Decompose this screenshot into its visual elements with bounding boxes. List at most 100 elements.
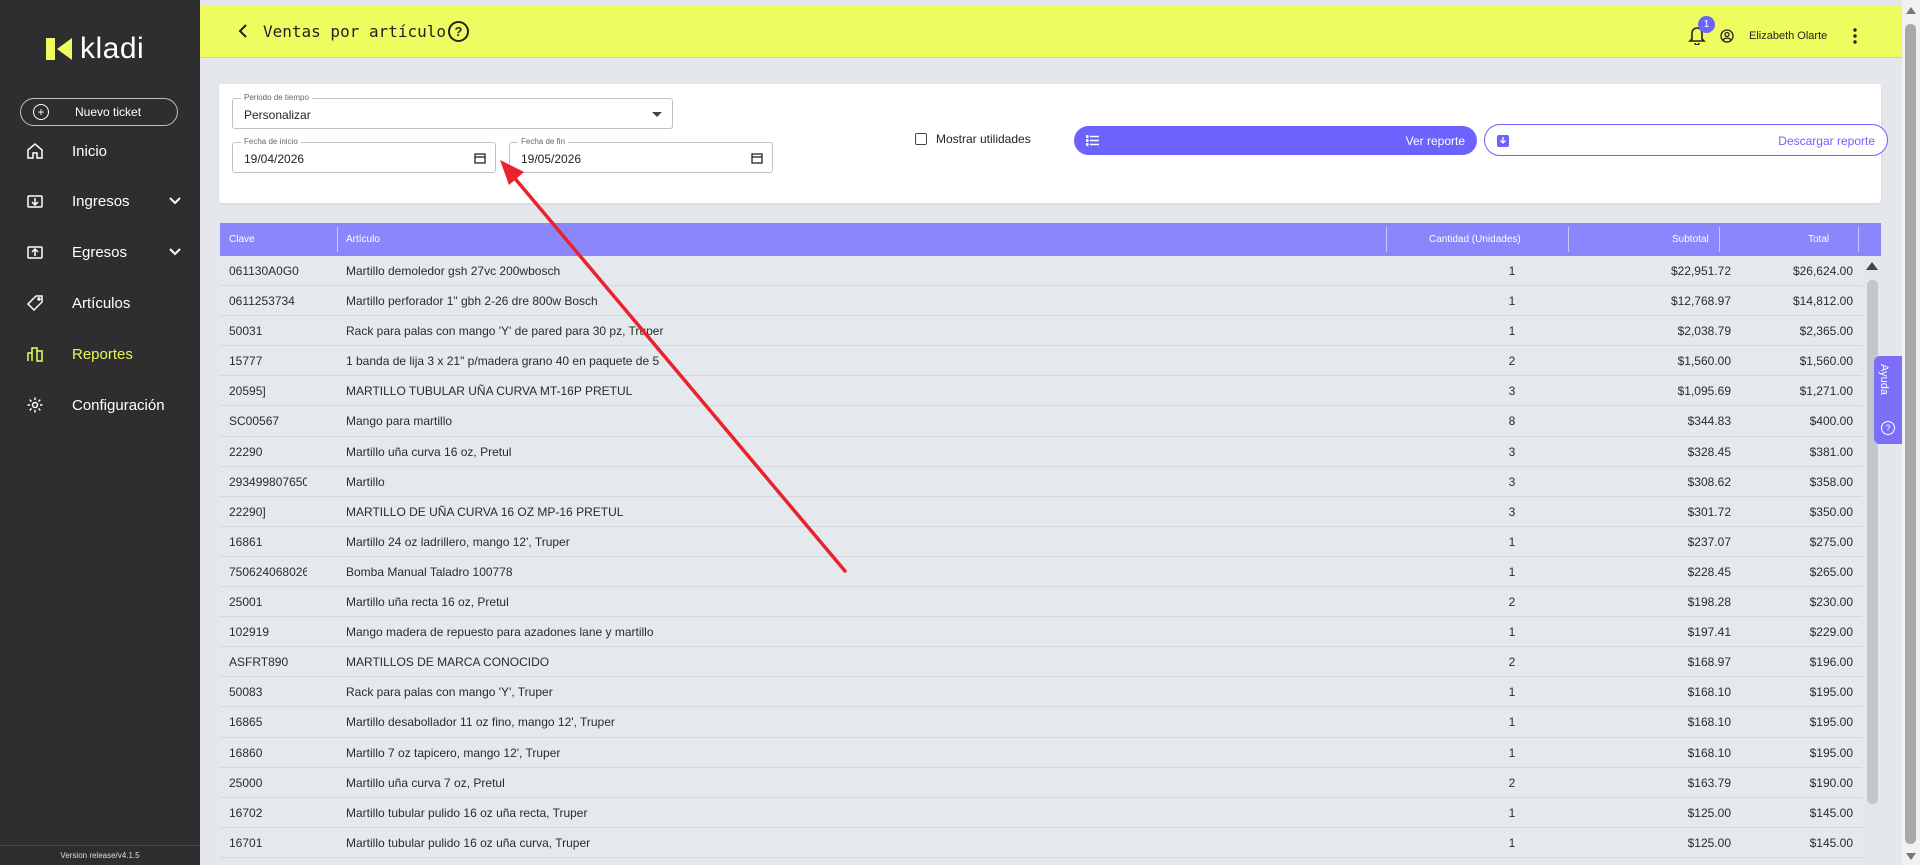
column-header-subtotal[interactable]: Subtotal <box>1672 223 1709 256</box>
view-report-button[interactable]: Ver reporte <box>1074 126 1477 155</box>
table-row[interactable]: 16861 Martillo 24 oz ladrillero, mango 12… <box>220 526 1862 557</box>
table-row[interactable]: 16701 Martillo tubular pulido 16 oz uña c… <box>220 827 1862 858</box>
sidebar-item-egresos[interactable]: Egresos <box>0 232 200 272</box>
table-row[interactable]: SC00567 Mango para martillo 8 $344.83 $400.0… <box>220 406 1862 437</box>
sidebar-item-configuracion[interactable]: Configuración <box>0 385 200 425</box>
column-header-clave[interactable]: Clave <box>229 223 255 256</box>
version-label: Version release/v4.1.5 <box>0 845 200 865</box>
sidebar-item-inicio[interactable]: Inicio <box>0 131 200 171</box>
cell-articulo: Martillo uña curva 7 oz, Pretul <box>346 775 505 790</box>
table-row[interactable]: 25000 Martillo uña curva 7 oz, Pretul 2 $16… <box>220 767 1862 798</box>
calendar-icon[interactable] <box>474 152 486 164</box>
table-row[interactable]: 15777 1 banda de lija 3 x 21" p/madera gr… <box>220 346 1862 377</box>
sidebar-item-label: Reportes <box>72 345 133 363</box>
chevron-down-icon <box>169 248 181 256</box>
new-ticket-button[interactable]: + Nuevo ticket <box>20 98 178 126</box>
cell-total: $400.00 <box>1809 414 1853 429</box>
cell-clave: 293499807650430 <box>229 474 307 489</box>
cell-articulo: Martillo perforador 1" gbh 2-26 dre 800w… <box>346 294 598 309</box>
more-menu-icon[interactable] <box>1852 27 1858 45</box>
table-row[interactable]: 16860 Martillo 7 oz tapicero, mango 12', … <box>220 737 1862 768</box>
cell-subtotal: $22,951.72 <box>1670 264 1731 278</box>
tag-icon <box>26 295 43 312</box>
cell-clave: 15777 <box>229 354 263 369</box>
cell-cantidad: 8 <box>1508 414 1516 429</box>
page-scroll-up-icon[interactable] <box>1906 7 1916 14</box>
end-date-field[interactable]: Fecha de fin 19/05/2026 <box>509 137 773 173</box>
start-date-field[interactable]: Fecha de inicio 19/04/2026 <box>232 137 496 173</box>
cell-articulo: Martillo tubular pulido 16 oz uña curva,… <box>346 835 591 850</box>
help-tab[interactable]: Ayuda ? <box>1874 356 1902 444</box>
user-name[interactable]: Elizabeth Olarte <box>1749 30 1827 42</box>
cell-total: $358.00 <box>1809 474 1853 489</box>
cell-articulo: Rack para palas con mango 'Y' de pared p… <box>346 324 664 339</box>
sidebar-item-articulos[interactable]: Artículos <box>0 283 200 323</box>
cell-articulo: MARTILLOS DE MARCA CONOCIDO <box>346 655 550 670</box>
cell-total: $1,560.00 <box>1799 354 1853 369</box>
plus-icon: + <box>33 104 49 120</box>
table-row[interactable]: 293499807650430 Martillo 3 $308.62 $358.00 <box>220 466 1862 497</box>
cell-clave: 16701 <box>229 835 263 850</box>
cell-total: $26,624.00 <box>1792 264 1853 278</box>
cell-cantidad: 1 <box>1508 294 1516 309</box>
cell-clave: 16861 <box>229 534 263 549</box>
cell-articulo: Martillo uña recta 16 oz, Pretul <box>346 595 509 610</box>
table-row[interactable]: 50031 Rack para palas con mango 'Y' de pa… <box>220 316 1862 347</box>
cell-clave: SC00567 <box>229 414 280 429</box>
column-header-cantidad[interactable]: Cantidad (Unidades) <box>1429 223 1521 256</box>
table-row[interactable]: 061130A0G0 Martillo demoledor gsh 27vc 20… <box>220 256 1862 287</box>
cell-subtotal: $1,095.69 <box>1677 384 1731 399</box>
table-row[interactable]: 16865 Martillo desabollador 11 oz fino, m… <box>220 707 1862 738</box>
table-row[interactable]: 102919 Mango madera de repuesto para azad… <box>220 617 1862 648</box>
cell-cantidad: 2 <box>1508 354 1516 369</box>
cell-cantidad: 3 <box>1508 504 1516 519</box>
table-scroll-up-icon[interactable] <box>1866 262 1878 270</box>
top-bar: Ventas por artículo ? 1 Elizabeth Olarte <box>200 5 1902 58</box>
back-arrow-icon[interactable] <box>236 23 250 39</box>
sidebar-item-ingresos[interactable]: Ingresos <box>0 181 200 221</box>
cell-cantidad: 2 <box>1508 595 1516 610</box>
column-divider <box>1568 227 1569 252</box>
sidebar-item-reportes[interactable]: Reportes <box>0 334 200 374</box>
gear-icon <box>27 397 43 413</box>
help-icon[interactable]: ? <box>448 21 469 42</box>
table-row[interactable]: 7506240680260 Bomba Manual Taladro 100778… <box>220 556 1862 588</box>
period-select[interactable]: Periodo de tiempo Personalizar <box>232 93 673 129</box>
question-icon: ? <box>1881 421 1895 435</box>
cell-subtotal: $2,038.79 <box>1677 324 1731 339</box>
sidebar-item-label: Artículos <box>72 294 131 312</box>
download-report-button[interactable]: Descargar reporte <box>1484 124 1888 156</box>
cell-articulo: Martillo demoledor gsh 27vc 200wbosch <box>346 264 561 278</box>
user-icon <box>1720 29 1734 43</box>
help-tab-label: Ayuda <box>1878 364 1890 395</box>
cell-subtotal: $168.97 <box>1687 655 1731 670</box>
cell-articulo: MARTILLO TUBULAR UÑA CURVA MT-16P PRETUL <box>346 384 633 399</box>
cell-clave: 22290] <box>229 504 266 519</box>
table-row[interactable]: 25001 Martillo uña recta 16 oz, Pretul 2 $1… <box>220 587 1862 618</box>
page-scroll-down-icon[interactable] <box>1906 853 1916 860</box>
income-icon <box>27 195 43 208</box>
column-header-total[interactable]: Total <box>1808 223 1829 256</box>
table-row[interactable]: 22290] MARTILLO DE UÑA CURVA 16 OZ MP-16 … <box>220 496 1862 527</box>
show-profit-label: Mostrar utilidades <box>936 132 1031 146</box>
table-row[interactable]: ASFRT890 MARTILLOS DE MARCA CONOCIDO 2 $168… <box>220 647 1862 678</box>
table-row[interactable]: 0611253734 Martillo perforador 1" gbh 2-2… <box>220 286 1862 317</box>
cell-subtotal: $168.10 <box>1687 745 1731 760</box>
cell-clave: 22290 <box>229 444 263 459</box>
period-value: Personalizar <box>244 108 311 122</box>
show-profit-checkbox[interactable] <box>915 133 927 145</box>
table-row[interactable]: 20595] MARTILLO TUBULAR UÑA CURVA MT-16P … <box>220 376 1862 407</box>
column-divider <box>1858 227 1859 252</box>
cell-cantidad: 1 <box>1508 835 1516 850</box>
page-scrollbar[interactable] <box>1905 24 1916 844</box>
table-row[interactable]: 22290 Martillo uña curva 16 oz, Pretul 3 $3… <box>220 436 1862 467</box>
cell-cantidad: 2 <box>1508 655 1516 670</box>
kladi-logo[interactable]: kladi <box>44 32 144 66</box>
column-header-articulo[interactable]: Artículo <box>346 223 380 256</box>
cell-total: $381.00 <box>1809 444 1853 459</box>
table-row[interactable]: 50083 Rack para palas con mango 'Y', Trup… <box>220 677 1862 708</box>
table-row[interactable]: 16702 Martillo tubular pulido 16 oz uña r… <box>220 797 1862 828</box>
calendar-icon[interactable] <box>751 152 763 164</box>
cell-subtotal: $1,560.00 <box>1677 354 1731 369</box>
cell-clave: 7506240680260 <box>229 564 307 579</box>
